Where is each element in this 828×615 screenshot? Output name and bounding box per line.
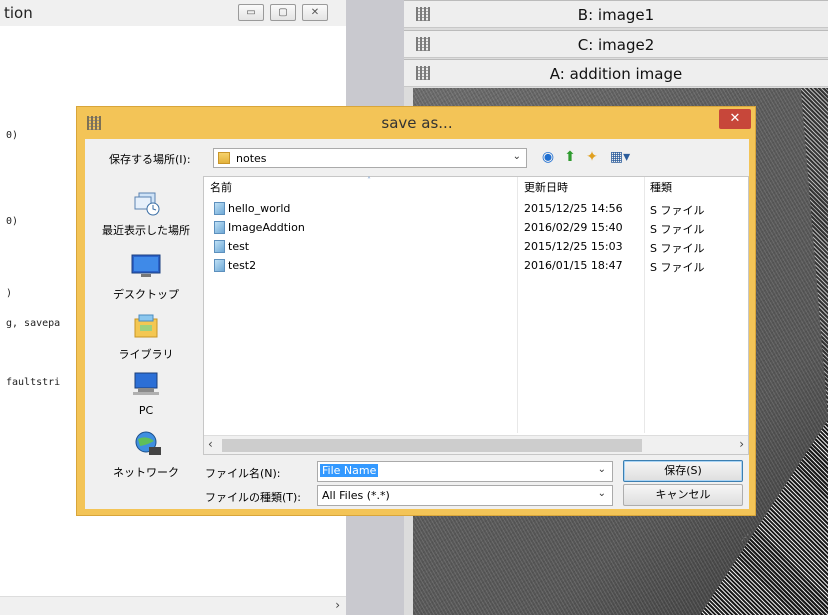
chevron-down-icon[interactable]: ⌄ [513, 151, 521, 162]
file-list-horizontal-scrollbar[interactable]: ‹ › [204, 435, 748, 454]
place-desktop[interactable]: デスクトップ [101, 251, 191, 302]
scroll-right-icon[interactable]: › [739, 437, 744, 451]
editor-title-bar: tion ▭ ▢ ✕ [0, 0, 346, 26]
place-libraries[interactable]: ライブラリ [101, 311, 191, 362]
file-modified: 2016/01/15 18:47 [524, 259, 623, 272]
back-icon[interactable]: ◉ [539, 148, 557, 166]
filename-input-value[interactable]: File Name [320, 464, 379, 477]
scrollbar-thumb[interactable] [222, 439, 642, 452]
window-title: C: image2 [577, 36, 655, 54]
up-folder-icon[interactable]: ⬆ [561, 148, 579, 166]
column-header-type[interactable]: 種類 [650, 179, 672, 195]
file-icon [214, 259, 225, 272]
filetype-select[interactable]: All Files (*.*) ⌄ [317, 485, 613, 506]
close-button[interactable]: ✕ [719, 109, 751, 129]
place-pc[interactable]: PC [101, 369, 191, 417]
location-label: 保存する場所(I): [109, 153, 191, 166]
file-icon [214, 202, 225, 215]
window-title-bar-addition[interactable]: A: addition image [404, 59, 828, 87]
file-list: 名前 ˄ 更新日時 種類 hello_world 2015/12/25 14:5… [203, 176, 749, 455]
file-row[interactable]: ImageAddtion 2016/02/29 15:40 S ファイル [204, 218, 744, 238]
dialog-title: save as... [381, 114, 453, 132]
column-header-name[interactable]: 名前 [210, 179, 232, 195]
cancel-button[interactable]: キャンセル [623, 484, 743, 506]
filetype-value: All Files (*.*) [322, 489, 390, 502]
place-label: デスクトップ [113, 288, 179, 301]
resize-grip-icon[interactable]: ⋰ [741, 533, 749, 542]
file-modified: 2016/02/29 15:40 [524, 221, 623, 234]
scroll-right-icon[interactable]: › [335, 598, 340, 612]
place-label: 最近表示した場所 [102, 224, 190, 237]
file-name: test [228, 240, 250, 253]
code-line: g, savepa [6, 318, 61, 329]
file-row[interactable]: test 2015/12/25 15:03 S ファイル [204, 237, 744, 257]
filename-field[interactable]: File Name ⌄ [317, 461, 613, 482]
new-folder-icon[interactable]: ✦ [583, 148, 601, 166]
computer-icon [133, 372, 159, 395]
code-line: ) [6, 288, 13, 299]
desktop-icon [131, 254, 161, 277]
code-line: 0) [6, 216, 19, 227]
filetype-label: ファイルの種類(T): [205, 491, 302, 504]
view-menu-icon[interactable]: ▦▾ [607, 148, 633, 166]
code-line: faultstri [6, 377, 61, 388]
minimize-button[interactable]: ▭ [238, 4, 264, 21]
file-icon [214, 240, 225, 253]
location-select[interactable]: notes ⌄ [213, 148, 527, 168]
file-row[interactable]: test2 2016/01/15 18:47 S ファイル [204, 256, 744, 276]
filename-label: ファイル名(N): [205, 467, 281, 480]
file-name: test2 [228, 259, 257, 272]
sort-ascending-icon: ˄ [367, 176, 371, 185]
chevron-down-icon[interactable]: ⌄ [598, 488, 606, 499]
file-type: S ファイル [650, 223, 705, 236]
scroll-left-icon[interactable]: ‹ [208, 437, 213, 451]
file-type: S ファイル [650, 242, 705, 255]
code-line: 0) [6, 130, 19, 141]
file-modified: 2015/12/25 15:03 [524, 240, 623, 253]
dialog-title-bar[interactable]: save as... ✕ [77, 107, 757, 139]
file-row[interactable]: hello_world 2015/12/25 14:56 S ファイル [204, 199, 744, 219]
file-type: S ファイル [650, 261, 705, 274]
recent-places-icon [134, 192, 160, 216]
file-icon [214, 221, 225, 234]
save-button[interactable]: 保存(S) [623, 460, 743, 482]
window-title-bar-image2[interactable]: C: image2 [404, 30, 828, 58]
place-label: PC [138, 404, 154, 417]
location-value: notes [236, 152, 267, 165]
file-name: hello_world [228, 202, 291, 215]
place-label: ライブラリ [118, 348, 174, 361]
editor-title: tion [4, 4, 33, 22]
column-header-modified[interactable]: 更新日時 [524, 179, 568, 195]
save-as-dialog: save as... ✕ 保存する場所(I): notes ⌄ ◉ ⬆ ✦ ▦▾… [76, 106, 757, 542]
close-button[interactable]: ✕ [302, 4, 328, 21]
chevron-down-icon[interactable]: ⌄ [598, 464, 606, 475]
place-network[interactable]: ネットワーク [101, 429, 191, 480]
file-type: S ファイル [650, 204, 705, 217]
file-name: ImageAddtion [228, 221, 305, 234]
file-modified: 2015/12/25 14:56 [524, 202, 623, 215]
place-label: ネットワーク [113, 466, 179, 479]
editor-horizontal-scrollbar[interactable]: › [0, 596, 346, 615]
network-icon [135, 431, 161, 455]
place-recent[interactable]: 最近表示した場所 [101, 187, 191, 238]
dialog-body: 保存する場所(I): notes ⌄ ◉ ⬆ ✦ ▦▾ 最近表示した場所 デスク… [85, 139, 749, 542]
window-title: A: addition image [549, 65, 683, 83]
window-title-bar-image1[interactable]: B: image1 [404, 0, 828, 28]
window-title: B: image1 [577, 6, 655, 24]
libraries-icon [134, 314, 158, 338]
folder-icon [218, 152, 230, 164]
maximize-button[interactable]: ▢ [270, 4, 296, 21]
